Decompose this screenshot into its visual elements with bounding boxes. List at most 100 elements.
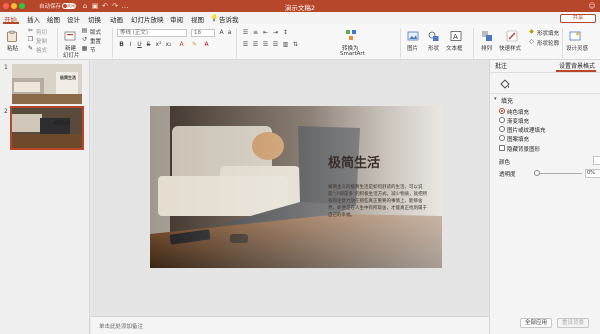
new-slide-icon[interactable] (64, 30, 76, 42)
align-center-icon[interactable]: ☰ (252, 41, 259, 48)
layout-label[interactable]: 版式 (90, 28, 101, 36)
cut-icon[interactable]: ✂ (27, 27, 34, 34)
numbering-icon[interactable]: ≡ (252, 29, 259, 36)
font-size-select[interactable]: 18 (191, 29, 215, 37)
tab-animations[interactable]: 动画 (110, 14, 123, 24)
shape-outline-icon[interactable]: ◇ (528, 38, 535, 45)
tab-insert[interactable]: 插入 (27, 14, 40, 24)
radio-gradient-fill[interactable] (499, 117, 505, 123)
font-name-select[interactable]: 等线 (正文) (117, 29, 187, 37)
grow-font-icon[interactable]: A (218, 29, 225, 36)
format-painter-icon[interactable]: ✎ (27, 45, 34, 52)
copy-icon[interactable]: ❐ (27, 36, 34, 43)
design-ideas-label[interactable]: 设计灵感 (566, 44, 588, 52)
justify-icon[interactable]: ☰ (272, 41, 279, 48)
tab-transitions[interactable]: 切换 (88, 14, 101, 24)
window-title: 演示文稿2 (284, 4, 316, 12)
radio-solid-fill[interactable] (499, 108, 505, 114)
decrease-indent-icon[interactable]: ⇤ (262, 29, 269, 36)
arrange-icon[interactable] (481, 30, 493, 42)
convert-label-2[interactable]: SmartArt (340, 51, 365, 57)
apply-to-all-button[interactable]: 全部应用 (520, 318, 552, 328)
textbox-label[interactable]: 文本框 (446, 44, 463, 52)
quick-styles-label[interactable]: 快速样式 (499, 44, 521, 52)
picture-icon[interactable] (407, 30, 419, 42)
align-left-icon[interactable]: ☰ (242, 41, 249, 48)
copy-label[interactable]: 复制 (36, 37, 47, 45)
tab-design[interactable]: 设计 (67, 14, 80, 24)
picture-label[interactable]: 图片 (407, 44, 418, 52)
share-button[interactable]: 共享 (560, 14, 596, 23)
tab-tell-me[interactable]: 告诉我 (219, 14, 239, 24)
transparency-slider-track[interactable] (534, 173, 582, 174)
user-icon[interactable]: ☺ (588, 2, 596, 10)
paste-label[interactable]: 粘贴 (7, 44, 18, 52)
text-direction-icon[interactable]: ⇅ (292, 41, 299, 48)
slide-thumbnail-1[interactable]: 极简生活 (12, 64, 82, 104)
option-solid-fill-label[interactable]: 纯色填充 (507, 108, 529, 116)
quick-styles-icon[interactable] (506, 30, 518, 42)
radio-pattern-fill[interactable] (499, 135, 505, 141)
underline-icon[interactable]: U (136, 41, 143, 48)
font-color-icon[interactable]: A (203, 41, 210, 48)
tab-comments[interactable]: 批注 (495, 61, 507, 70)
reset-label[interactable]: 重置 (90, 37, 101, 45)
fill-section-header[interactable]: 填充 (501, 96, 513, 105)
shapes-label[interactable]: 形状 (428, 44, 439, 52)
shape-fill-icon[interactable]: ◆ (528, 28, 535, 35)
hide-bg-graphics-label[interactable]: 隐藏背景图形 (507, 145, 540, 153)
option-gradient-fill-label[interactable]: 渐变填充 (507, 117, 529, 125)
textbox-icon[interactable]: A (450, 30, 462, 42)
transparency-input[interactable]: 0% (585, 169, 600, 178)
paint-bucket-icon[interactable] (499, 78, 511, 90)
shape-outline-label[interactable]: 形状轮廓 (537, 39, 559, 47)
option-picture-fill-label[interactable]: 图片或纹理填充 (507, 126, 546, 134)
color-picker-button[interactable] (593, 156, 600, 165)
ribbon-home: 粘贴 ✂ 剪切 ❐ 复制 ✎ 格式 新建 幻灯片 ▤ 版式 ↺ 重置 ▦ 节 等… (0, 24, 600, 60)
cut-label[interactable]: 剪切 (36, 28, 47, 36)
bold-icon[interactable]: B (118, 41, 125, 48)
text-effects-icon[interactable]: A (178, 41, 185, 48)
tab-view[interactable]: 视图 (191, 14, 204, 24)
collapse-chevron-icon[interactable]: ▾ (494, 96, 497, 102)
columns-icon[interactable]: ▥ (282, 41, 289, 48)
current-slide[interactable]: 极简生活 极简主义的极简生活是如何舒适的生活。可以说是“少即是多”的积极生活方式… (150, 106, 442, 268)
option-pattern-fill-label[interactable]: 图案填充 (507, 135, 529, 143)
line-spacing-icon[interactable]: ↕ (282, 29, 289, 36)
section-label[interactable]: 节 (90, 46, 96, 54)
design-ideas-icon[interactable] (569, 30, 581, 42)
slide-body-text[interactable]: 极简主义的极简生活是如何舒适的生活。可以说是“少即是多”的积极生活方式。减少物质… (328, 184, 428, 219)
layout-icon[interactable]: ▤ (81, 27, 88, 34)
italic-icon[interactable]: I (127, 41, 134, 48)
tab-review[interactable]: 审阅 (170, 14, 183, 24)
smartart-icon[interactable] (345, 29, 357, 41)
increase-indent-icon[interactable]: ⇥ (272, 29, 279, 36)
notes-placeholder[interactable]: 单击此处添加备注 (99, 322, 143, 330)
arrange-label[interactable]: 排列 (481, 44, 492, 52)
new-slide-label-2[interactable]: 幻灯片 (63, 51, 80, 59)
strikethrough-icon[interactable]: S (145, 41, 152, 48)
subscript-icon[interactable]: x₂ (165, 41, 172, 48)
section-icon[interactable]: ▦ (81, 45, 88, 52)
reset-icon[interactable]: ↺ (81, 36, 88, 43)
tab-slideshow[interactable]: 幻灯片放映 (131, 14, 164, 24)
tab-format-background[interactable]: 设置背景格式 (559, 61, 595, 70)
shapes-icon[interactable] (428, 30, 440, 42)
notes-pane[interactable]: 单击此处添加备注 (91, 316, 489, 334)
tab-draw[interactable]: 绘图 (47, 14, 60, 24)
align-right-icon[interactable]: ☰ (262, 41, 269, 48)
slide-thumbnail-2[interactable]: 极简生活 (10, 106, 84, 150)
highlight-icon[interactable]: ✎ (191, 41, 198, 48)
hide-bg-graphics-checkbox[interactable] (499, 145, 505, 151)
shape-fill-label[interactable]: 形状填充 (537, 29, 559, 37)
radio-picture-fill[interactable] (499, 126, 505, 132)
slide-title[interactable]: 极简生活 (328, 152, 380, 171)
paste-icon[interactable] (6, 30, 18, 42)
reset-background-button[interactable]: 重设背景 (557, 318, 589, 328)
transparency-slider-thumb[interactable] (534, 170, 540, 176)
share-label: 共享 (572, 15, 584, 21)
shrink-font-icon[interactable]: a (226, 29, 233, 36)
superscript-icon[interactable]: x² (155, 41, 162, 48)
bullets-icon[interactable]: ☰ (242, 29, 249, 36)
format-painter-label[interactable]: 格式 (36, 46, 47, 54)
